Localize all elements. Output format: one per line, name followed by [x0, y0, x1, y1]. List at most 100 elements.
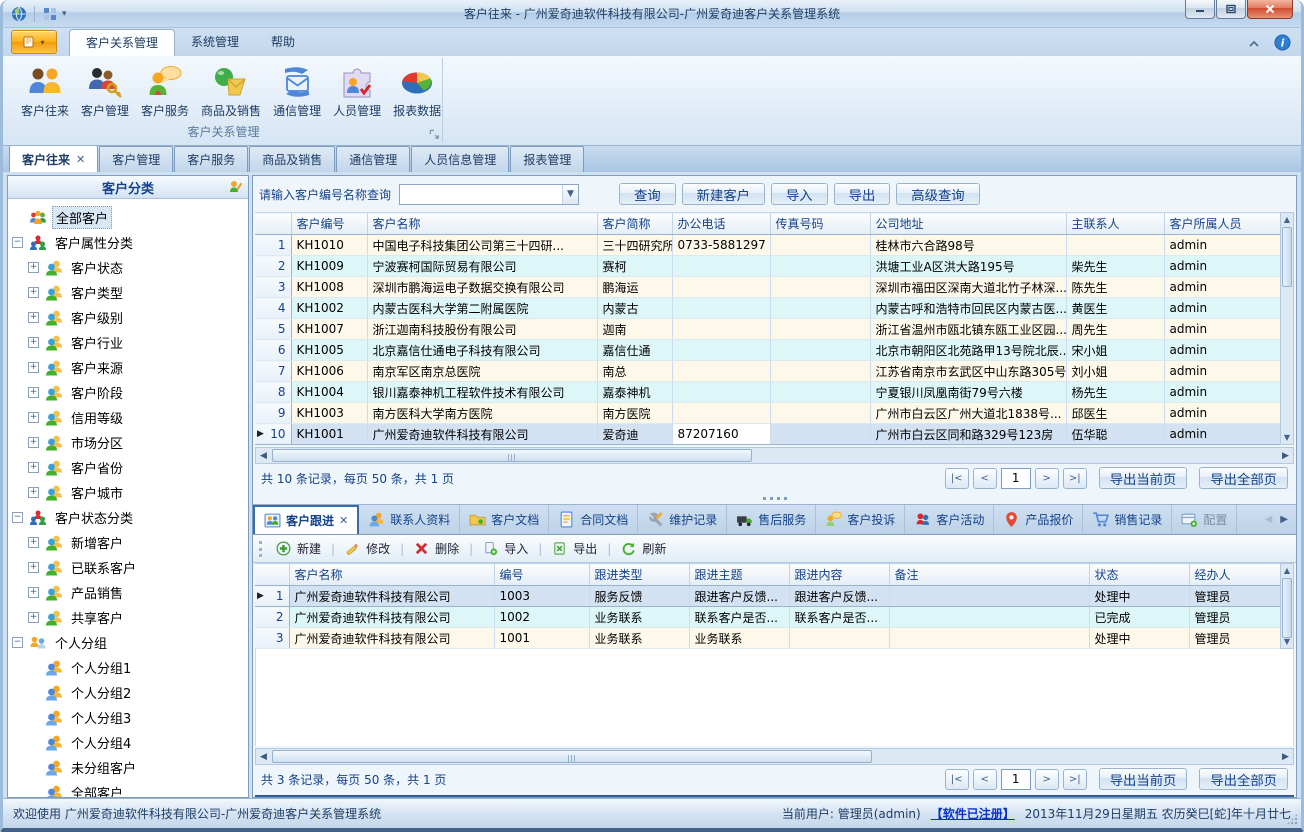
last-page-button[interactable]: >|	[1063, 468, 1087, 489]
scroll-right-icon[interactable]: ▶	[1278, 749, 1293, 764]
prev-page-button[interactable]: <	[973, 769, 997, 790]
tab-scroll-left-icon[interactable]: ◀	[1265, 514, 1273, 525]
doc-tab[interactable]: 报表管理	[510, 146, 584, 172]
scroll-right-icon[interactable]: ▶	[1278, 448, 1293, 463]
scroll-down-icon[interactable]: ▼	[1281, 431, 1293, 444]
detail-tab[interactable]: 客户活动	[905, 505, 994, 534]
tree-node[interactable]: + 客户省份	[8, 455, 248, 480]
table-row[interactable]: ▶1广州爱奇迪软件科技有限公司1003服务反馈跟进客户反馈...跟进客户反馈..…	[255, 586, 1285, 607]
detail-tab[interactable]: 客户投诉	[816, 505, 905, 534]
app-menu-button[interactable]: ▾	[11, 30, 57, 54]
table-row[interactable]: 3广州爱奇迪软件科技有限公司1001业务联系业务联系处理中管理员	[255, 628, 1285, 649]
toolbar-button[interactable]: 修改	[341, 538, 394, 559]
export-current-page-button[interactable]: 导出当前页	[1099, 768, 1188, 790]
column-header[interactable]: 编号	[494, 564, 589, 586]
scroll-left-icon[interactable]: ◀	[256, 448, 271, 463]
tree-node[interactable]: + 信用等级	[8, 405, 248, 430]
tree-node[interactable]: + 客户类型	[8, 280, 248, 305]
tree-expander[interactable]: +	[28, 562, 39, 573]
tree-expander[interactable]: +	[28, 612, 39, 623]
detail-tab[interactable]: 配置	[1172, 505, 1237, 534]
tree-expander[interactable]: +	[28, 487, 39, 498]
table-row[interactable]: 5KH1007浙江迦南科技股份有限公司迦南浙江省温州市瓯北镇东瓯工业区园...周…	[255, 319, 1285, 340]
search-action-button[interactable]: 高级查询	[896, 183, 979, 205]
prev-page-button[interactable]: <	[973, 468, 997, 489]
customer-search-input[interactable]	[400, 185, 562, 204]
ribbon-button[interactable]: 客户管理	[75, 62, 135, 121]
column-header[interactable]: 备注	[889, 564, 1089, 586]
ribbon-button[interactable]: 客户往来	[15, 62, 75, 121]
ribbon-tab[interactable]: 客户关系管理	[69, 29, 175, 56]
first-page-button[interactable]: |<	[945, 769, 969, 790]
tree-node[interactable]: + 客户级别	[8, 305, 248, 330]
export-current-page-button[interactable]: 导出当前页	[1099, 467, 1188, 489]
detail-tab[interactable]: 客户跟进 ✕	[253, 505, 359, 534]
page-number-input[interactable]	[1001, 769, 1031, 790]
table-row[interactable]: 9KH1003南方医科大学南方医院南方医院广州市白云区广州大道北1838号...…	[255, 403, 1285, 424]
tree-node[interactable]: 全部客户	[8, 205, 248, 230]
ribbon-button[interactable]: 客户服务	[135, 62, 195, 121]
tree-expander[interactable]: +	[28, 587, 39, 598]
tree-node[interactable]: + 客户城市	[8, 480, 248, 505]
doc-tab[interactable]: 人员信息管理	[411, 146, 509, 172]
tree-expander[interactable]: +	[28, 437, 39, 448]
tree-expander[interactable]: −	[12, 237, 23, 248]
table-row[interactable]: 3KH1008深圳市鹏海运电子数据交换有限公司鹏海运深圳市福田区深南大道北竹子林…	[255, 277, 1285, 298]
tree-expander[interactable]: +	[28, 412, 39, 423]
detail-tab[interactable]: 售后服务	[727, 505, 816, 534]
dialog-launcher-icon[interactable]	[428, 128, 440, 140]
export-all-pages-button[interactable]: 导出全部页	[1199, 768, 1288, 790]
search-action-button[interactable]: 导入	[771, 183, 828, 205]
search-action-button[interactable]: 查询	[619, 183, 676, 205]
ribbon-button[interactable]: 商品及销售	[195, 62, 267, 121]
tree-node[interactable]: + 新增客户	[8, 530, 248, 555]
tree-node[interactable]: 个人分组1	[8, 655, 248, 680]
first-page-button[interactable]: |<	[945, 468, 969, 489]
column-header[interactable]: 客户编号	[291, 213, 367, 235]
ribbon-button[interactable]: 通信管理	[267, 62, 327, 121]
table-row[interactable]: 1KH1010中国电子科技集团公司第三十四研...三十四研究所0733-5881…	[255, 235, 1285, 256]
doc-tab[interactable]: 客户服务	[174, 146, 248, 172]
column-header[interactable]: 经办人	[1189, 564, 1285, 586]
tree-node[interactable]: + 市场分区	[8, 430, 248, 455]
tree-node[interactable]: 个人分组3	[8, 705, 248, 730]
detail-tab[interactable]: 联系人资料	[359, 505, 460, 534]
hscroll-thumb[interactable]	[272, 750, 872, 763]
toolbar-button[interactable]: 删除	[410, 538, 463, 559]
tree-node[interactable]: 未分组客户	[8, 755, 248, 780]
last-page-button[interactable]: >|	[1063, 769, 1087, 790]
tree-node[interactable]: 全部客户	[8, 780, 248, 797]
toolbar-grip[interactable]	[259, 541, 262, 557]
scroll-up-icon[interactable]: ▲	[1281, 564, 1293, 577]
doc-tab[interactable]: 通信管理	[336, 146, 410, 172]
toolbar-button[interactable]: 刷新	[617, 538, 670, 559]
doc-tab[interactable]: 客户往来✕	[9, 145, 98, 172]
tree-node[interactable]: + 客户阶段	[8, 380, 248, 405]
column-header[interactable]: 跟进类型	[589, 564, 689, 586]
minimize-button[interactable]	[1185, 0, 1215, 19]
tree-node[interactable]: − 客户状态分类	[8, 505, 248, 530]
tree-expander[interactable]: +	[28, 387, 39, 398]
customer-search-combo[interactable]: ▼	[399, 184, 579, 205]
table-row[interactable]: 6KH1005北京嘉信仕通电子科技有限公司嘉信仕通北京市朝阳区北苑路甲13号院北…	[255, 340, 1285, 361]
toolbar-button[interactable]: 导入	[479, 538, 532, 559]
search-action-button[interactable]: 新建客户	[682, 183, 765, 205]
panel-splitter[interactable]	[253, 492, 1296, 504]
detail-tab[interactable]: 合同文档	[549, 505, 638, 534]
tree-node[interactable]: + 客户来源	[8, 355, 248, 380]
close-tab-icon[interactable]: ✕	[339, 514, 348, 527]
tree-expander[interactable]: −	[12, 637, 23, 648]
restore-button[interactable]	[1216, 0, 1246, 19]
close-button[interactable]	[1247, 0, 1293, 19]
table-row[interactable]: 4KH1002内蒙古医科大学第二附属医院内蒙古内蒙古呼和浩特市回民区内蒙古医..…	[255, 298, 1285, 319]
column-header[interactable]: 跟进内容	[789, 564, 889, 586]
tree-node[interactable]: − 客户属性分类	[8, 230, 248, 255]
tree-expander[interactable]: +	[28, 337, 39, 348]
tree-node[interactable]: 个人分组2	[8, 680, 248, 705]
edit-category-icon[interactable]	[228, 179, 244, 195]
detail-tab[interactable]: 销售记录	[1083, 505, 1172, 534]
ribbon-button[interactable]: 人员管理	[327, 62, 387, 121]
column-header[interactable]: 客户名称	[289, 564, 494, 586]
tree-expander[interactable]: +	[28, 537, 39, 548]
column-header[interactable]: 主联系人	[1066, 213, 1164, 235]
